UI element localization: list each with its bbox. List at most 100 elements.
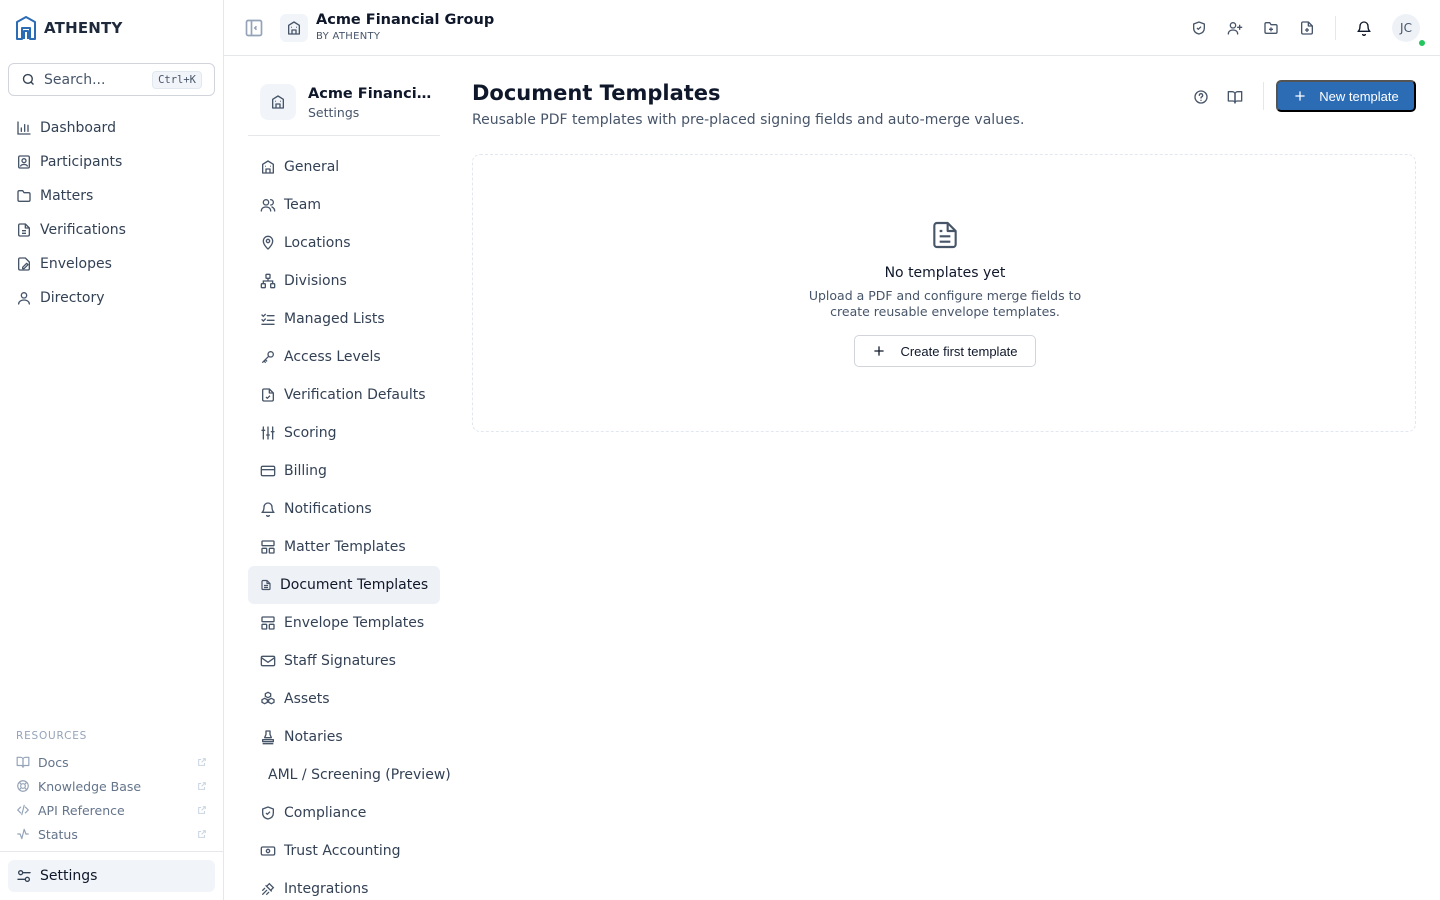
settings-item-label: Billing xyxy=(284,463,327,479)
header-divider xyxy=(1263,82,1264,110)
nav-item-label: Envelopes xyxy=(40,256,112,272)
athenty-logo-icon xyxy=(14,15,38,41)
brand-name: ATHENTY xyxy=(44,19,123,37)
nav-item-label: Participants xyxy=(40,154,123,170)
org-byline: BY ATHENTY xyxy=(316,31,381,42)
settings-item-label: Trust Accounting xyxy=(284,843,401,859)
lifebuoy-icon xyxy=(17,780,29,792)
org-avatar[interactable] xyxy=(280,14,308,42)
code-icon xyxy=(16,804,30,816)
search-icon xyxy=(22,73,34,85)
nav-item-envelopes[interactable]: Envelopes xyxy=(8,247,215,281)
settings-header: Acme Financial Group Settings xyxy=(248,84,440,136)
resource-label: API Reference xyxy=(38,802,125,818)
settings-item-label: Document Templates xyxy=(280,577,429,593)
brand-logo[interactable]: ATHENTY xyxy=(14,14,123,42)
layout-icon xyxy=(261,616,275,630)
docs-button[interactable] xyxy=(1224,86,1246,108)
settings-item-access-levels[interactable]: Access Levels xyxy=(248,338,440,376)
document-icon xyxy=(933,221,957,249)
settings-item-scoring[interactable]: Scoring xyxy=(248,414,440,452)
building-icon xyxy=(272,95,284,109)
user-plus-icon xyxy=(1227,22,1243,35)
nav-item-label: Matters xyxy=(40,188,94,204)
settings-item-label: AML / Screening (Preview) xyxy=(268,767,451,783)
new-matter-button[interactable] xyxy=(1261,18,1281,38)
settings-item-matter-templates[interactable]: Matter Templates xyxy=(248,528,440,566)
settings-item-integrations[interactable]: Integrations xyxy=(248,870,440,900)
folder-plus-icon xyxy=(1264,22,1278,34)
settings-item-locations[interactable]: Locations xyxy=(248,224,440,262)
bar-chart-icon xyxy=(17,121,31,135)
nav-item-settings[interactable]: Settings xyxy=(8,860,215,892)
online-status-indicator xyxy=(1418,39,1426,47)
settings-org-name: Acme Financial Group xyxy=(308,86,432,102)
new-document-button[interactable] xyxy=(1297,18,1317,38)
user-avatar[interactable]: JC xyxy=(1392,14,1420,42)
checklist-icon xyxy=(261,313,275,325)
credit-card-icon xyxy=(260,465,276,477)
settings-item-label: Locations xyxy=(284,235,351,251)
resource-docs[interactable]: Docs xyxy=(8,750,215,774)
plug-icon xyxy=(262,882,275,895)
resource-knowledge-base[interactable]: Knowledge Base xyxy=(8,774,215,798)
external-link-icon xyxy=(198,782,206,790)
verify-shield-button[interactable] xyxy=(1189,18,1209,38)
settings-item-document-templates[interactable]: Document Templates xyxy=(248,566,440,604)
settings-item-envelope-templates[interactable]: Envelope Templates xyxy=(248,604,440,642)
building-icon xyxy=(288,21,300,35)
nav-item-verifications[interactable]: Verifications xyxy=(8,213,215,247)
new-template-label: New template xyxy=(1319,88,1399,104)
create-first-template-button[interactable]: Create first template xyxy=(854,335,1036,367)
settings-item-compliance[interactable]: Compliance xyxy=(248,794,440,832)
external-link-icon xyxy=(198,830,206,838)
nav-item-dashboard[interactable]: Dashboard xyxy=(8,111,215,145)
settings-item-general[interactable]: General xyxy=(248,148,440,186)
nav-item-directory[interactable]: Directory xyxy=(8,281,215,315)
panel-left-icon xyxy=(245,19,263,37)
settings-item-staff-signatures[interactable]: Staff Signatures xyxy=(248,642,440,680)
search-input[interactable]: Search... Ctrl+K xyxy=(8,63,215,96)
settings-item-label: Matter Templates xyxy=(284,539,406,555)
nav-item-label: Verifications xyxy=(40,222,126,238)
sidebar-divider xyxy=(0,851,223,852)
layout-icon xyxy=(261,540,275,554)
nav-item-matters[interactable]: Matters xyxy=(8,179,215,213)
settings-item-managed-lists[interactable]: Managed Lists xyxy=(248,300,440,338)
settings-item-assets[interactable]: Assets xyxy=(248,680,440,718)
settings-item-notifications[interactable]: Notifications xyxy=(248,490,440,528)
settings-item-aml-screening[interactable]: AML / Screening (Preview) xyxy=(248,756,451,794)
nav-item-label: Dashboard xyxy=(40,120,116,136)
org-name[interactable]: Acme Financial Group xyxy=(316,12,494,28)
id-card-icon xyxy=(18,155,30,169)
settings-item-notaries[interactable]: Notaries xyxy=(248,718,440,756)
help-button[interactable] xyxy=(1190,86,1212,108)
resource-status[interactable]: Status xyxy=(8,822,215,846)
add-participant-button[interactable] xyxy=(1225,18,1245,38)
settings-item-trust-accounting[interactable]: Trust Accounting xyxy=(248,832,440,870)
notifications-button[interactable] xyxy=(1354,18,1374,38)
settings-item-divisions[interactable]: Divisions xyxy=(248,262,440,300)
nav-item-participants[interactable]: Participants xyxy=(8,145,215,179)
settings-item-label: Team xyxy=(284,197,322,213)
map-pin-icon xyxy=(262,235,274,250)
document-icon xyxy=(261,579,271,591)
document-check-icon xyxy=(18,223,30,237)
empty-state-description: Upload a PDF and configure merge fields … xyxy=(808,288,1082,319)
sliders-icon xyxy=(261,426,275,440)
new-template-button[interactable]: New template xyxy=(1276,80,1416,112)
nav-item-label: Directory xyxy=(40,290,105,306)
resource-api-reference[interactable]: API Reference xyxy=(8,798,215,822)
help-circle-icon xyxy=(1194,90,1208,104)
settings-nav: General Team Locations Divisions Managed… xyxy=(248,148,464,900)
settings-item-label: General xyxy=(284,159,340,175)
settings-item-team[interactable]: Team xyxy=(248,186,440,224)
building-icon xyxy=(262,160,274,174)
create-first-template-label: Create first template xyxy=(900,343,1018,359)
banknote-icon xyxy=(260,846,276,856)
sliders-icon xyxy=(17,870,31,882)
sidebar-toggle-button[interactable] xyxy=(244,18,264,38)
settings-item-billing[interactable]: Billing xyxy=(248,452,440,490)
page-title: Document Templates xyxy=(472,81,721,105)
settings-item-verification-defaults[interactable]: Verification Defaults xyxy=(248,376,440,414)
